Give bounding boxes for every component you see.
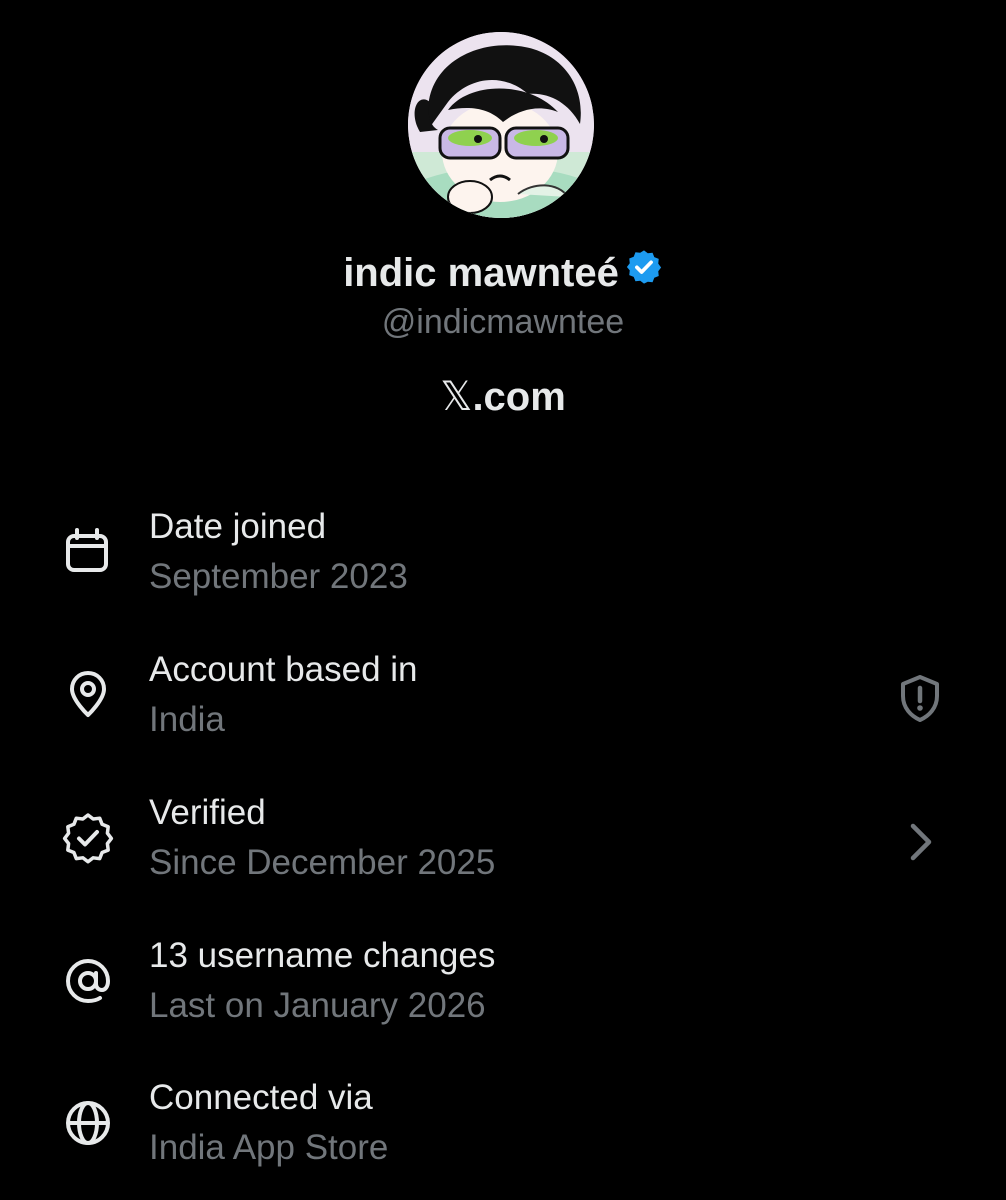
row-label: Account based in	[149, 650, 418, 689]
avatar-image	[408, 32, 594, 218]
row-label: Connected via	[149, 1078, 373, 1117]
row-label: Verified	[149, 793, 266, 832]
at-sign-icon	[65, 958, 111, 1004]
profile-avatar[interactable]	[408, 32, 594, 218]
x-logo: 𝕏	[440, 374, 473, 420]
row-value: India App Store	[149, 1128, 389, 1167]
verified-outline-icon	[62, 813, 114, 864]
info-row-date-joined: Date joined September 2023	[0, 506, 1006, 616]
site-label: 𝕏.com	[0, 374, 1006, 420]
info-row-verified[interactable]: Verified Since December 2025	[0, 792, 1006, 902]
verified-badge-icon	[625, 248, 663, 296]
globe-icon	[66, 1101, 110, 1145]
row-value: September 2023	[149, 557, 408, 596]
row-label: 13 username changes	[149, 936, 496, 975]
calendar-icon	[66, 528, 108, 572]
row-value: Last on January 2026	[149, 986, 486, 1025]
profile-handle: @indicmawntee	[381, 303, 625, 341]
location-pin-icon	[70, 671, 106, 717]
display-name: indic mawnteé	[343, 251, 619, 295]
site-domain: .com	[472, 375, 566, 419]
row-label: Date joined	[149, 507, 327, 546]
display-name-row: indic mawnteé	[0, 250, 1006, 296]
row-value: India	[149, 700, 225, 739]
chevron-right-icon[interactable]	[892, 814, 948, 870]
info-row-connected-via: Connected via India App Store	[0, 1077, 1006, 1187]
info-row-username-changes: 13 username changes Last on January 2026	[0, 935, 1006, 1045]
shield-alert-icon[interactable]	[892, 671, 948, 727]
row-value: Since December 2025	[149, 843, 496, 882]
info-row-account-based-in[interactable]: Account based in India	[0, 649, 1006, 759]
